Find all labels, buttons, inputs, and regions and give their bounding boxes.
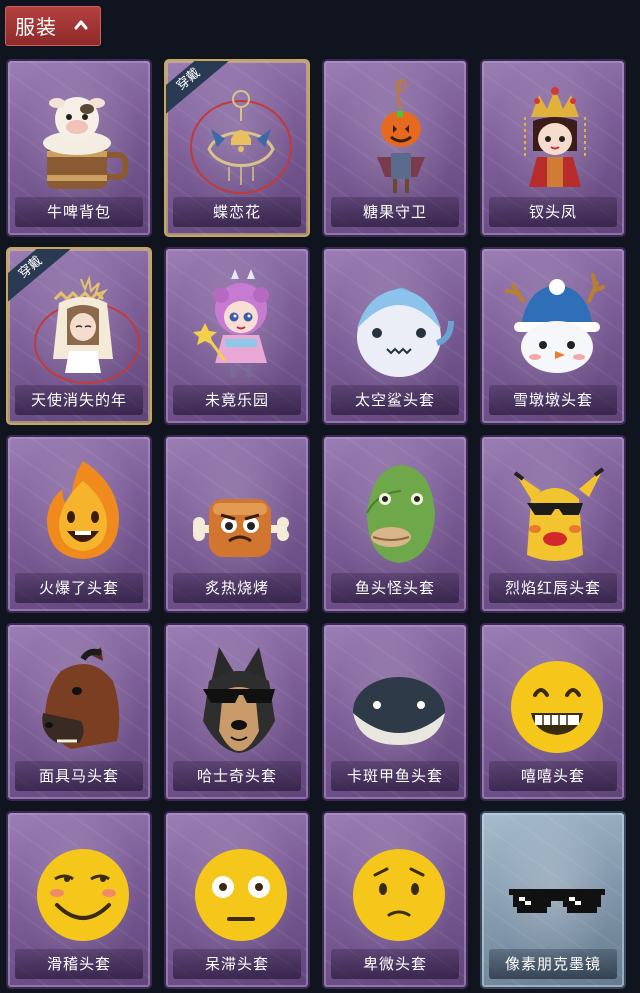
costume-name: 鱼头怪头套 xyxy=(331,573,459,603)
angel-doll-icon xyxy=(34,275,140,384)
costume-card[interactable]: 像素朋克墨镜 xyxy=(480,811,626,989)
turtle-head-icon xyxy=(353,677,445,745)
costume-name: 炙热烧烤 xyxy=(173,573,301,603)
costume-card[interactable]: 呆滞头套 xyxy=(164,811,310,989)
pumpkin-scarecrow-icon xyxy=(377,79,425,193)
costume-name: 嘻嘻头套 xyxy=(489,761,617,791)
phoenix-crown-doll-icon xyxy=(524,87,586,187)
costume-card[interactable]: 卡斑甲鱼头套 xyxy=(322,623,468,801)
costume-card[interactable]: 糖果守卫 xyxy=(322,59,468,237)
costume-card[interactable]: 火爆了头套 xyxy=(6,435,152,613)
horse-head-icon xyxy=(42,647,120,749)
costume-card[interactable]: 穿戴 天使消失的年 xyxy=(6,247,152,425)
costume-name: 烈焰红唇头套 xyxy=(489,573,617,603)
bbq-meat-head-icon xyxy=(193,499,289,557)
costume-name: 太空鲨头套 xyxy=(331,385,459,415)
costume-name: 钗头凤 xyxy=(489,197,617,227)
costume-name: 哈士奇头套 xyxy=(173,761,301,791)
humble-emoji-head-icon xyxy=(353,849,445,941)
funny-emoji-head-icon xyxy=(37,849,129,941)
butterfly-bell-ornament-icon xyxy=(190,90,292,194)
costume-name: 糖果守卫 xyxy=(331,197,459,227)
costume-card[interactable]: 卑微头套 xyxy=(322,811,468,989)
costume-card[interactable]: 鱼头怪头套 xyxy=(322,435,468,613)
costume-name: 蝶恋花 xyxy=(173,197,301,227)
costume-card[interactable]: 钗头凤 xyxy=(480,59,626,237)
costume-name: 天使消失的年 xyxy=(15,385,143,415)
costume-card[interactable]: 面具马头套 xyxy=(6,623,152,801)
fish-head-icon xyxy=(366,465,435,563)
costume-card[interactable]: 牛啤背包 xyxy=(6,59,152,237)
costume-card[interactable]: 炙热烧烤 xyxy=(164,435,310,613)
costume-name: 卡斑甲鱼头套 xyxy=(331,761,459,791)
costume-card[interactable]: 嘻嘻头套 xyxy=(480,623,626,801)
costume-card[interactable]: 滑稽头套 xyxy=(6,811,152,989)
snowman-head-icon xyxy=(505,273,605,373)
costume-card[interactable]: 未竟乐园 xyxy=(164,247,310,425)
costume-name: 火爆了头套 xyxy=(15,573,143,603)
costume-name: 卑微头套 xyxy=(331,949,459,979)
yellow-mask-sunglasses-icon xyxy=(513,467,605,561)
cow-beer-barrel-icon xyxy=(43,97,128,189)
husky-head-icon xyxy=(203,647,275,753)
costume-name: 面具马头套 xyxy=(15,761,143,791)
costume-name: 牛啤背包 xyxy=(15,197,143,227)
costume-card[interactable]: 烈焰红唇头套 xyxy=(480,435,626,613)
pixel-sunglasses-icon xyxy=(509,889,605,913)
costume-card[interactable]: 穿戴 蝶恋花 xyxy=(164,59,310,237)
costume-name: 雪墩墩头套 xyxy=(489,385,617,415)
grin-emoji-head-icon xyxy=(511,661,603,753)
space-shark-head-icon xyxy=(357,288,454,377)
costume-card[interactable]: 雪墩墩头套 xyxy=(480,247,626,425)
costume-card[interactable]: 太空鲨头套 xyxy=(322,247,468,425)
pink-hair-doll-icon xyxy=(193,269,269,377)
costume-name: 像素朋克墨镜 xyxy=(489,949,617,979)
dazed-emoji-head-icon xyxy=(195,849,287,941)
costume-card[interactable]: 哈士奇头套 xyxy=(164,623,310,801)
fire-face-head-icon xyxy=(47,461,119,559)
costume-name: 滑稽头套 xyxy=(15,949,143,979)
costume-name: 未竟乐园 xyxy=(173,385,301,415)
costume-grid: 牛啤背包 穿戴 蝶恋花 糖果守卫 钗头凤 穿戴 天使消失的年 未竟乐园 太空鲨头… xyxy=(0,0,640,993)
costume-name: 呆滞头套 xyxy=(173,949,301,979)
